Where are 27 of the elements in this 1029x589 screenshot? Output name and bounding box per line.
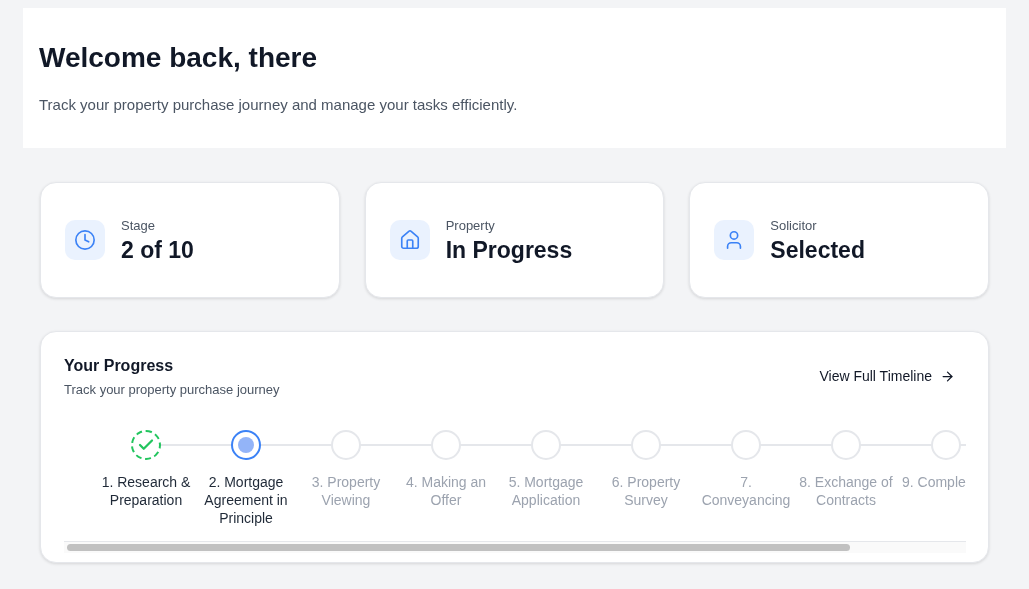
step-label: 2. Mortgage Agreement in Principle	[203, 472, 289, 527]
stat-label: Property	[445, 217, 496, 236]
section-subtitle: Track your property purchase journey	[64, 381, 280, 399]
step-label: 3. Property Viewing	[310, 472, 382, 509]
stat-label: Solicitor	[770, 217, 818, 236]
step-label: 6. Property Survey	[610, 472, 682, 509]
current-step-icon	[231, 429, 261, 460]
stat-value: Selected	[770, 235, 865, 264]
scrollbar-thumb[interactable]	[67, 543, 850, 551]
stat-value: In Progress	[445, 235, 573, 264]
view-timeline-link[interactable]: View Full Timeline	[819, 366, 955, 387]
page-title: Welcome back, there	[39, 42, 319, 74]
clock-icon	[65, 220, 105, 260]
step-label: 1. Research & Preparation	[100, 472, 192, 509]
step-label: 4. Making an Offer	[404, 472, 488, 509]
scrollbar-track[interactable]	[64, 540, 966, 553]
step-label: 7. Conveyancing	[700, 472, 792, 509]
arrow-right-icon	[940, 369, 955, 384]
step-label: 9. Comple	[902, 472, 966, 491]
house-icon	[389, 220, 430, 260]
person-icon	[714, 220, 755, 260]
step-label: 5. Mortgage Application	[507, 472, 585, 509]
section-title: Your Progress	[64, 356, 175, 376]
stat-value: 2 of 10	[121, 235, 194, 264]
stat-label: Stage	[121, 217, 156, 236]
step-label: 8. Exchange of Contracts	[798, 472, 894, 509]
page-subtitle: Track your property purchase journey and manage your tasks efficiently.	[39, 95, 519, 115]
